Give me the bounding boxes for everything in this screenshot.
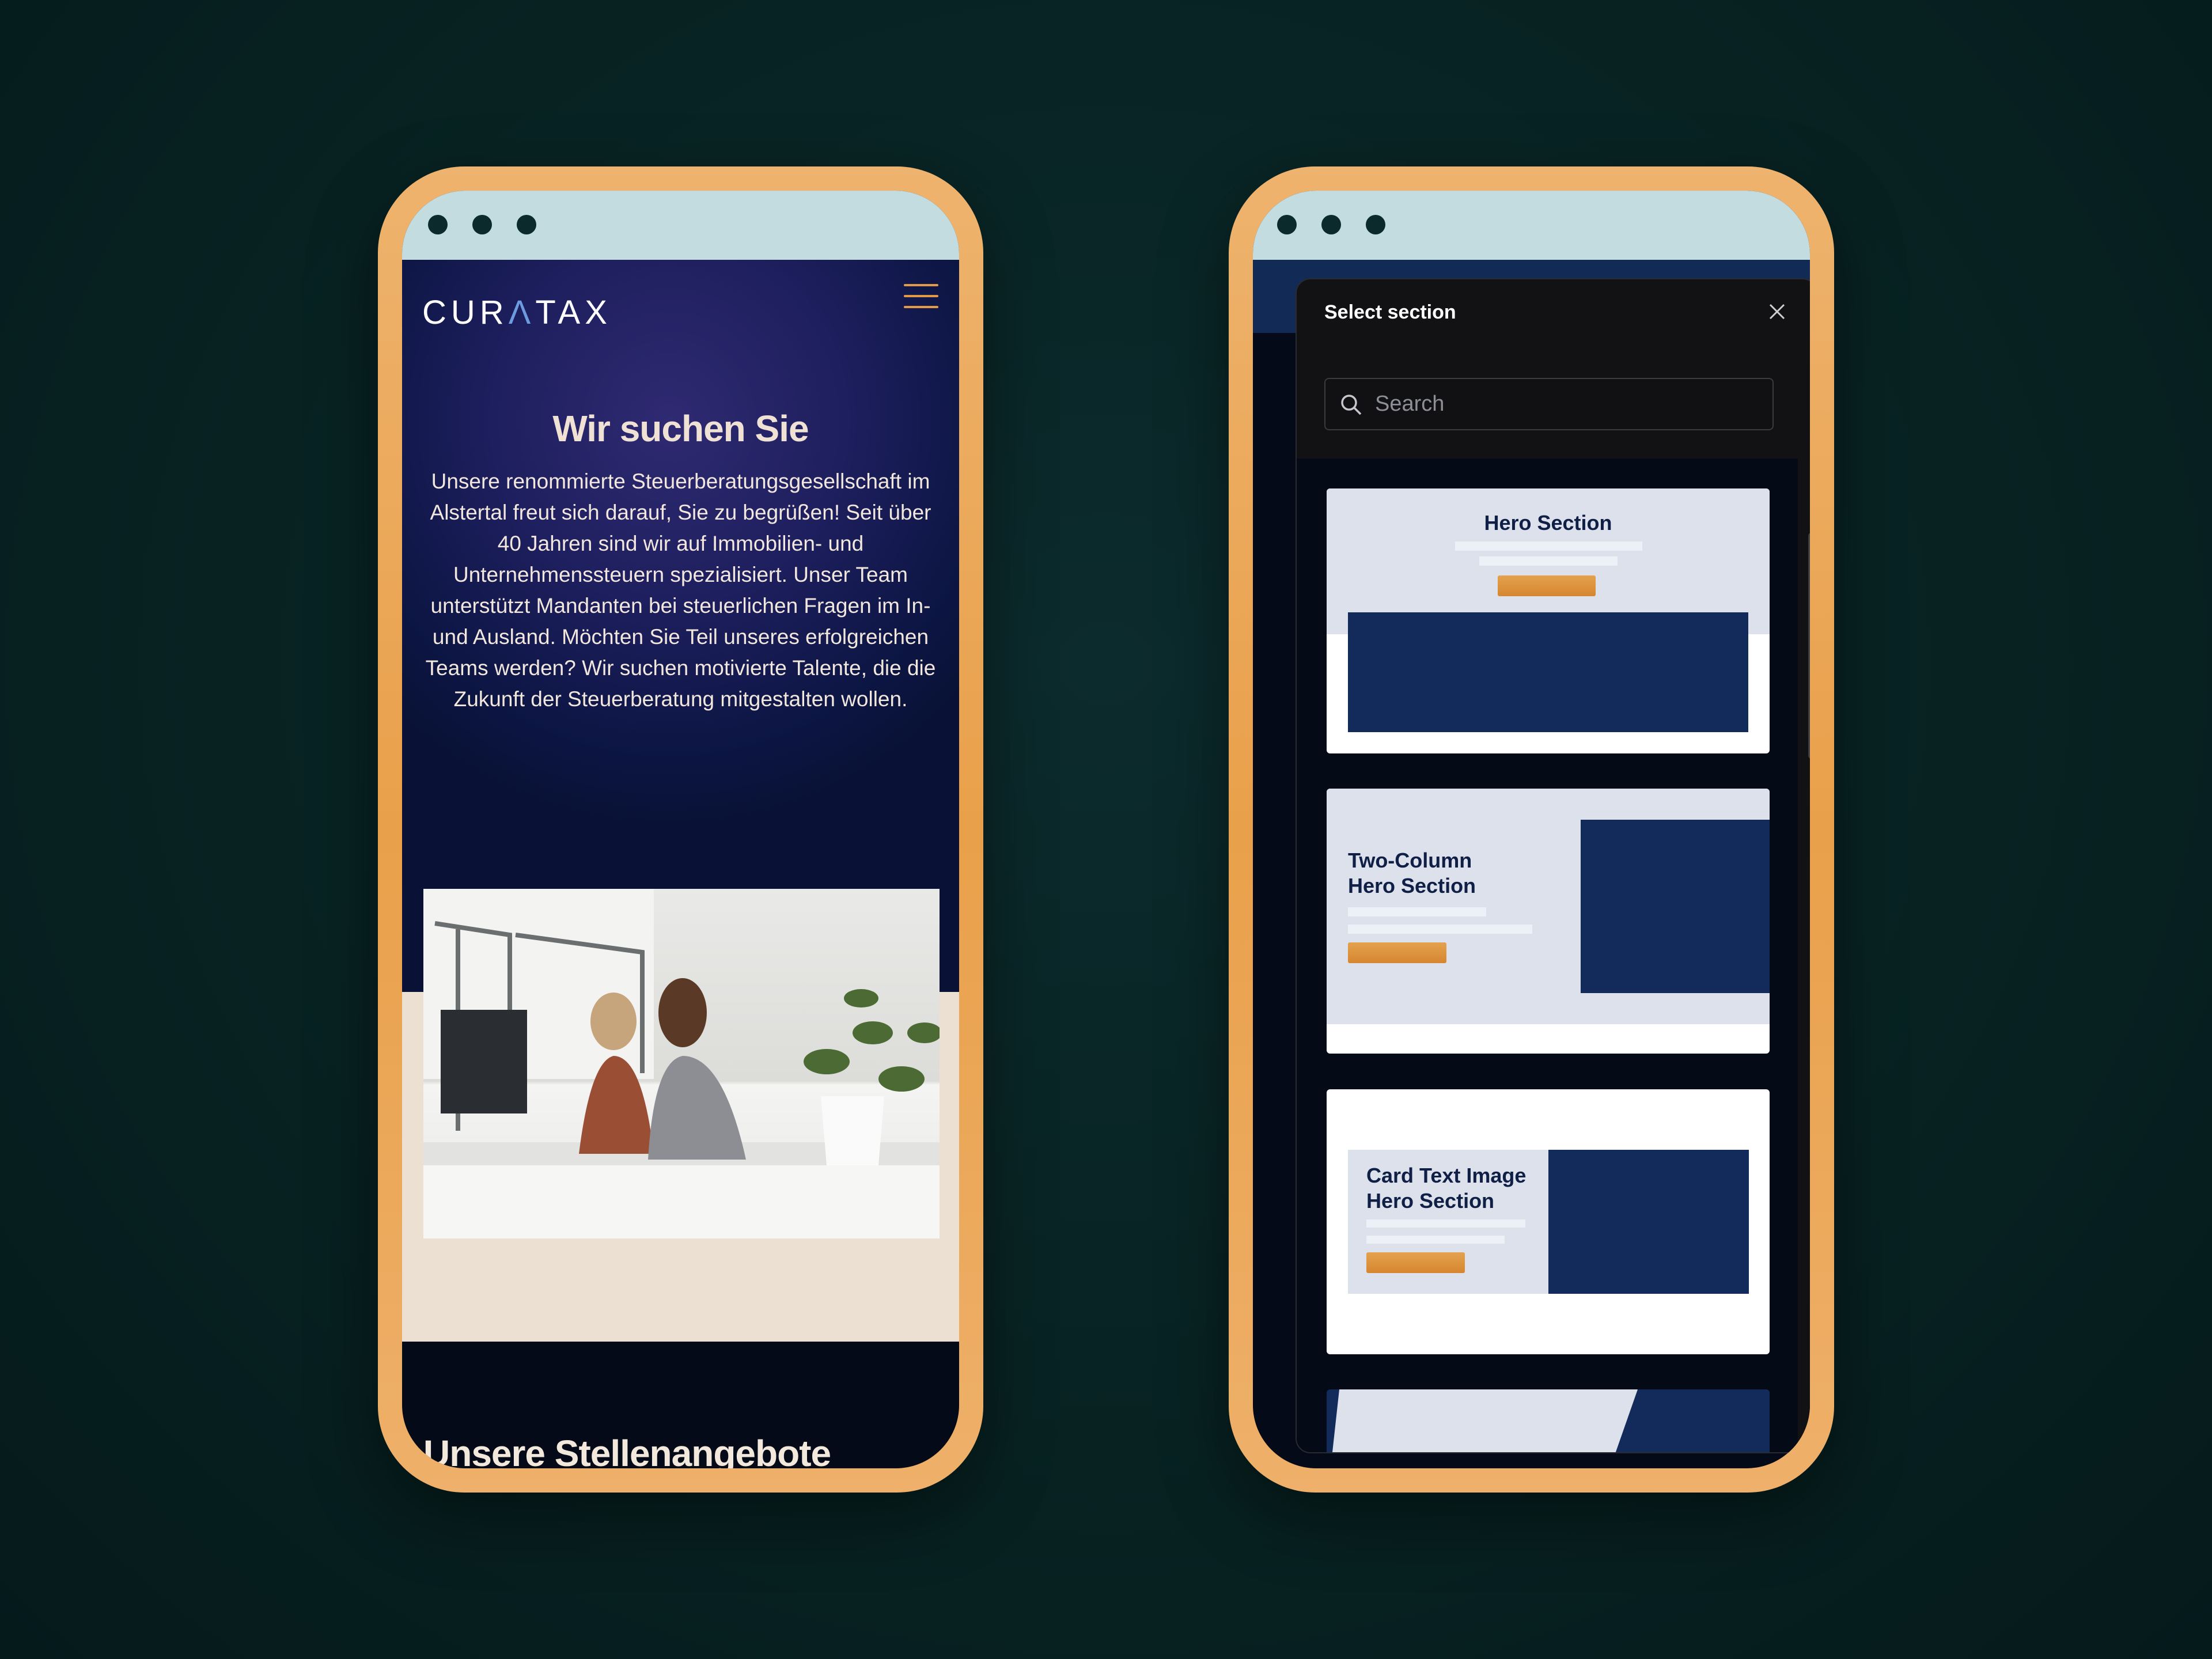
section-card-hero[interactable]: Hero Section [1327, 488, 1770, 753]
hero-section: CURΛTAX Wir suchen Sie Unsere renommiert… [402, 260, 959, 992]
jobs-heading: Unsere Stellenangebote [423, 1433, 831, 1468]
curatax-logo[interactable]: CURΛTAX [422, 293, 612, 332]
section-card-title: Two-Column Hero Section [1348, 849, 1476, 897]
section-card-title: Hero Section [1484, 511, 1612, 535]
left-phone-screen: CURΛTAX Wir suchen Sie Unsere renommiert… [402, 191, 959, 1468]
section-card-title: Card Text Image Hero Section [1366, 1164, 1527, 1213]
section-card-partial[interactable] [1327, 1389, 1770, 1452]
close-icon[interactable] [1766, 300, 1789, 323]
logo-accent: Λ [508, 294, 536, 331]
logo-text: CUR [422, 294, 509, 331]
modal-title: Select section [1324, 301, 1456, 323]
section-list[interactable]: Hero Section Two-Column Hero Section Car… [1297, 459, 1810, 1452]
section-card-two-column-hero[interactable]: Two-Column Hero Section [1327, 789, 1770, 1054]
search-field[interactable] [1324, 378, 1774, 430]
window-dot [517, 215, 536, 234]
hero-title: Wir suchen Sie [552, 408, 809, 449]
window-dot [1277, 215, 1297, 234]
window-dot [428, 215, 448, 234]
section-card-card-text-image-hero[interactable]: Card Text Image Hero Section [1327, 1089, 1770, 1354]
window-dot [1321, 215, 1341, 234]
hero-text: Unsere renommierte Steuerberatungsgesell… [425, 469, 936, 711]
right-phone-mockup: Select section Hero Section [1229, 166, 1834, 1493]
left-phone-mockup: CURΛTAX Wir suchen Sie Unsere renommiert… [378, 166, 983, 1493]
search-icon [1341, 395, 1362, 415]
window-dot [1366, 215, 1385, 234]
select-section-modal: Select section Hero Section [1296, 278, 1810, 1453]
office-photo [423, 889, 940, 1238]
hamburger-icon[interactable] [904, 284, 938, 310]
search-input[interactable] [1375, 379, 1749, 429]
logo-text: TAX [535, 294, 612, 331]
modal-scrollbar[interactable] [1808, 533, 1810, 759]
right-phone-screen: Select section Hero Section [1253, 191, 1810, 1468]
browser-chrome [1253, 191, 1810, 260]
browser-chrome [402, 191, 959, 260]
window-dot [472, 215, 492, 234]
